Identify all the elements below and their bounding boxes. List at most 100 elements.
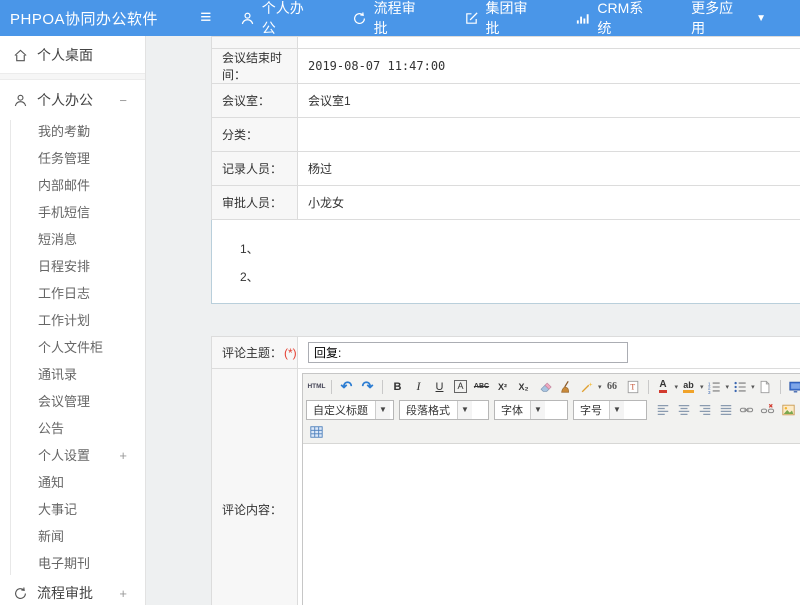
sidebar-item-label: 工作日志 [38, 286, 90, 301]
dropdown-label: 段落格式 [406, 402, 450, 418]
hamburger-menu-icon[interactable]: ≡ [186, 7, 226, 29]
sidebar-item-workflow-approval[interactable]: 流程审批 + [0, 579, 145, 605]
redo-button[interactable]: ↷ [357, 377, 378, 396]
paragraph-style-button[interactable]: T [623, 377, 644, 396]
align-center-button[interactable] [673, 400, 694, 419]
sidebar-item-personal-desktop[interactable]: 个人桌面 [0, 40, 145, 70]
nav-item-workflow-approval[interactable]: 流程审批 [352, 0, 430, 38]
custom-heading-dropdown[interactable]: 自定义标题▼ [306, 400, 394, 420]
person-icon [240, 11, 255, 26]
sidebar-item-meeting-management[interactable]: 会议管理 [0, 388, 145, 415]
align-center-icon [677, 403, 691, 417]
sidebar-item-e-journal[interactable]: 电子期刊 [0, 550, 145, 577]
sidebar-item-label: 个人设置 [38, 448, 90, 463]
sidebar-item-label: 新闻 [38, 529, 64, 544]
sidebar-item-label: 任务管理 [38, 151, 90, 166]
underline-button[interactable]: U [429, 377, 450, 396]
bordered-text-button[interactable]: A [454, 380, 466, 393]
dropdown-label: 自定义标题 [313, 402, 368, 418]
sidebar-item-major-events[interactable]: 大事记 [0, 496, 145, 523]
ordered-list-button[interactable]: 123 [704, 377, 725, 396]
expand-icon[interactable]: + [119, 442, 127, 469]
expand-icon[interactable]: + [119, 586, 127, 601]
insert-link-button[interactable] [736, 400, 757, 419]
required-mark: (*) [284, 346, 297, 360]
nav-item-more-apps[interactable]: 更多应用 ▼ [691, 0, 766, 38]
table-row: 评论主题：(*) [212, 337, 800, 369]
sidebar-item-work-plan[interactable]: 工作计划 [0, 307, 145, 334]
remove-link-button[interactable] [757, 400, 778, 419]
image-icon [781, 403, 796, 417]
bold-button[interactable]: B [387, 377, 408, 396]
sidebar-item-internal-mail[interactable]: 内部邮件 [0, 172, 145, 199]
sidebar-item-personal-files[interactable]: 个人文件柜 [0, 334, 145, 361]
insert-image-button[interactable] [778, 400, 799, 419]
sidebar-item-label: 日程安排 [38, 259, 90, 274]
comment-subject-input[interactable] [308, 342, 628, 363]
italic-button[interactable]: I [408, 377, 429, 396]
sidebar-item-label: 公告 [38, 421, 64, 436]
sidebar-item-label: 电子期刊 [38, 556, 90, 571]
align-right-icon [698, 403, 712, 417]
paragraph-format-dropdown[interactable]: 段落格式▼ [399, 400, 489, 420]
sidebar-item-mobile-sms[interactable]: 手机短信 [0, 199, 145, 226]
editor-content-area[interactable] [303, 444, 800, 605]
top-navbar: PHPOA协同办公软件 ≡ 个人办公 流程审批 集团审批 CRM系统 [0, 0, 800, 36]
unordered-list-button[interactable] [729, 377, 750, 396]
font-family-dropdown[interactable]: 字体▼ [494, 400, 568, 420]
blockquote-button[interactable]: 66 [602, 377, 623, 396]
sidebar-item-label: 我的考勤 [38, 124, 90, 139]
html-source-button[interactable]: HTML [306, 377, 327, 396]
meeting-content-line: 2、 [240, 268, 800, 285]
insert-table-button[interactable] [306, 422, 327, 441]
editor-toolbar: HTML ↶ ↷ B I U A ABC X² [303, 374, 800, 444]
nav-item-group-approval[interactable]: 集团审批 [464, 0, 542, 38]
font-color-button[interactable]: A [659, 380, 666, 393]
sidebar-item-schedule[interactable]: 日程安排 [0, 253, 145, 280]
collapse-icon[interactable]: − [119, 93, 127, 108]
justify-button[interactable] [715, 400, 736, 419]
sidebar-item-news[interactable]: 新闻 [0, 523, 145, 550]
sidebar-item-personal-settings[interactable]: 个人设置 + [0, 442, 145, 469]
superscript-button[interactable]: X² [492, 377, 513, 396]
nav-item-crm-system[interactable]: CRM系统 [575, 0, 657, 38]
align-left-button[interactable] [652, 400, 673, 419]
meeting-detail-table: 会议结束时间： 2019-08-07 11:47:00 会议室： 会议室1 分类… [211, 36, 800, 220]
table-row: 评论内容： HTML ↶ ↷ B [212, 369, 800, 605]
quick-format-wand-button[interactable] [576, 377, 597, 396]
sidebar-item-work-log[interactable]: 工作日志 [0, 280, 145, 307]
chevron-down-icon: ▼ [609, 401, 624, 419]
unlink-icon [760, 403, 775, 417]
new-document-button[interactable] [755, 377, 776, 396]
font-size-dropdown[interactable]: 字号▼ [573, 400, 647, 420]
sidebar-item-label: 手机短信 [38, 205, 90, 220]
sidebar-item-short-message[interactable]: 短消息 [0, 226, 145, 253]
align-right-button[interactable] [694, 400, 715, 419]
nav-item-personal-office[interactable]: 个人办公 [240, 0, 318, 38]
sidebar-item-label: 短消息 [38, 232, 77, 247]
sidebar-item-label: 个人办公 [37, 90, 93, 110]
subscript-button[interactable]: X₂ [513, 377, 534, 396]
sidebar-item-task-management[interactable]: 任务管理 [0, 145, 145, 172]
sidebar-item-announcement[interactable]: 公告 [0, 415, 145, 442]
sidebar-item-label: 通讯录 [38, 367, 77, 382]
chevron-down-icon[interactable]: ▾ [598, 383, 602, 391]
table-icon [309, 425, 324, 439]
strikethrough-button[interactable]: ABC [471, 377, 492, 396]
editor-toolbar-row-1: HTML ↶ ↷ B I U A ABC X² [306, 375, 800, 398]
highlight-color-button[interactable]: ab [683, 380, 694, 393]
sidebar-item-label: 会议管理 [38, 394, 90, 409]
eraser-icon [538, 380, 552, 394]
clear-format-brush-button[interactable] [555, 377, 576, 396]
eraser-button[interactable] [534, 377, 555, 396]
table-row: 会议结束时间： 2019-08-07 11:47:00 [212, 49, 800, 84]
sidebar-item-my-attendance[interactable]: 我的考勤 [0, 118, 145, 145]
nav-item-label: 流程审批 [374, 0, 430, 38]
sidebar-item-contacts[interactable]: 通讯录 [0, 361, 145, 388]
fullscreen-button[interactable] [785, 377, 800, 396]
sidebar-item-notification[interactable]: 通知 [0, 469, 145, 496]
sidebar-item-personal-office[interactable]: 个人办公 − [0, 84, 145, 116]
rich-text-editor: HTML ↶ ↷ B I U A ABC X² [302, 373, 800, 605]
undo-button[interactable]: ↶ [336, 377, 357, 396]
sidebar-item-label: 个人桌面 [37, 45, 93, 65]
